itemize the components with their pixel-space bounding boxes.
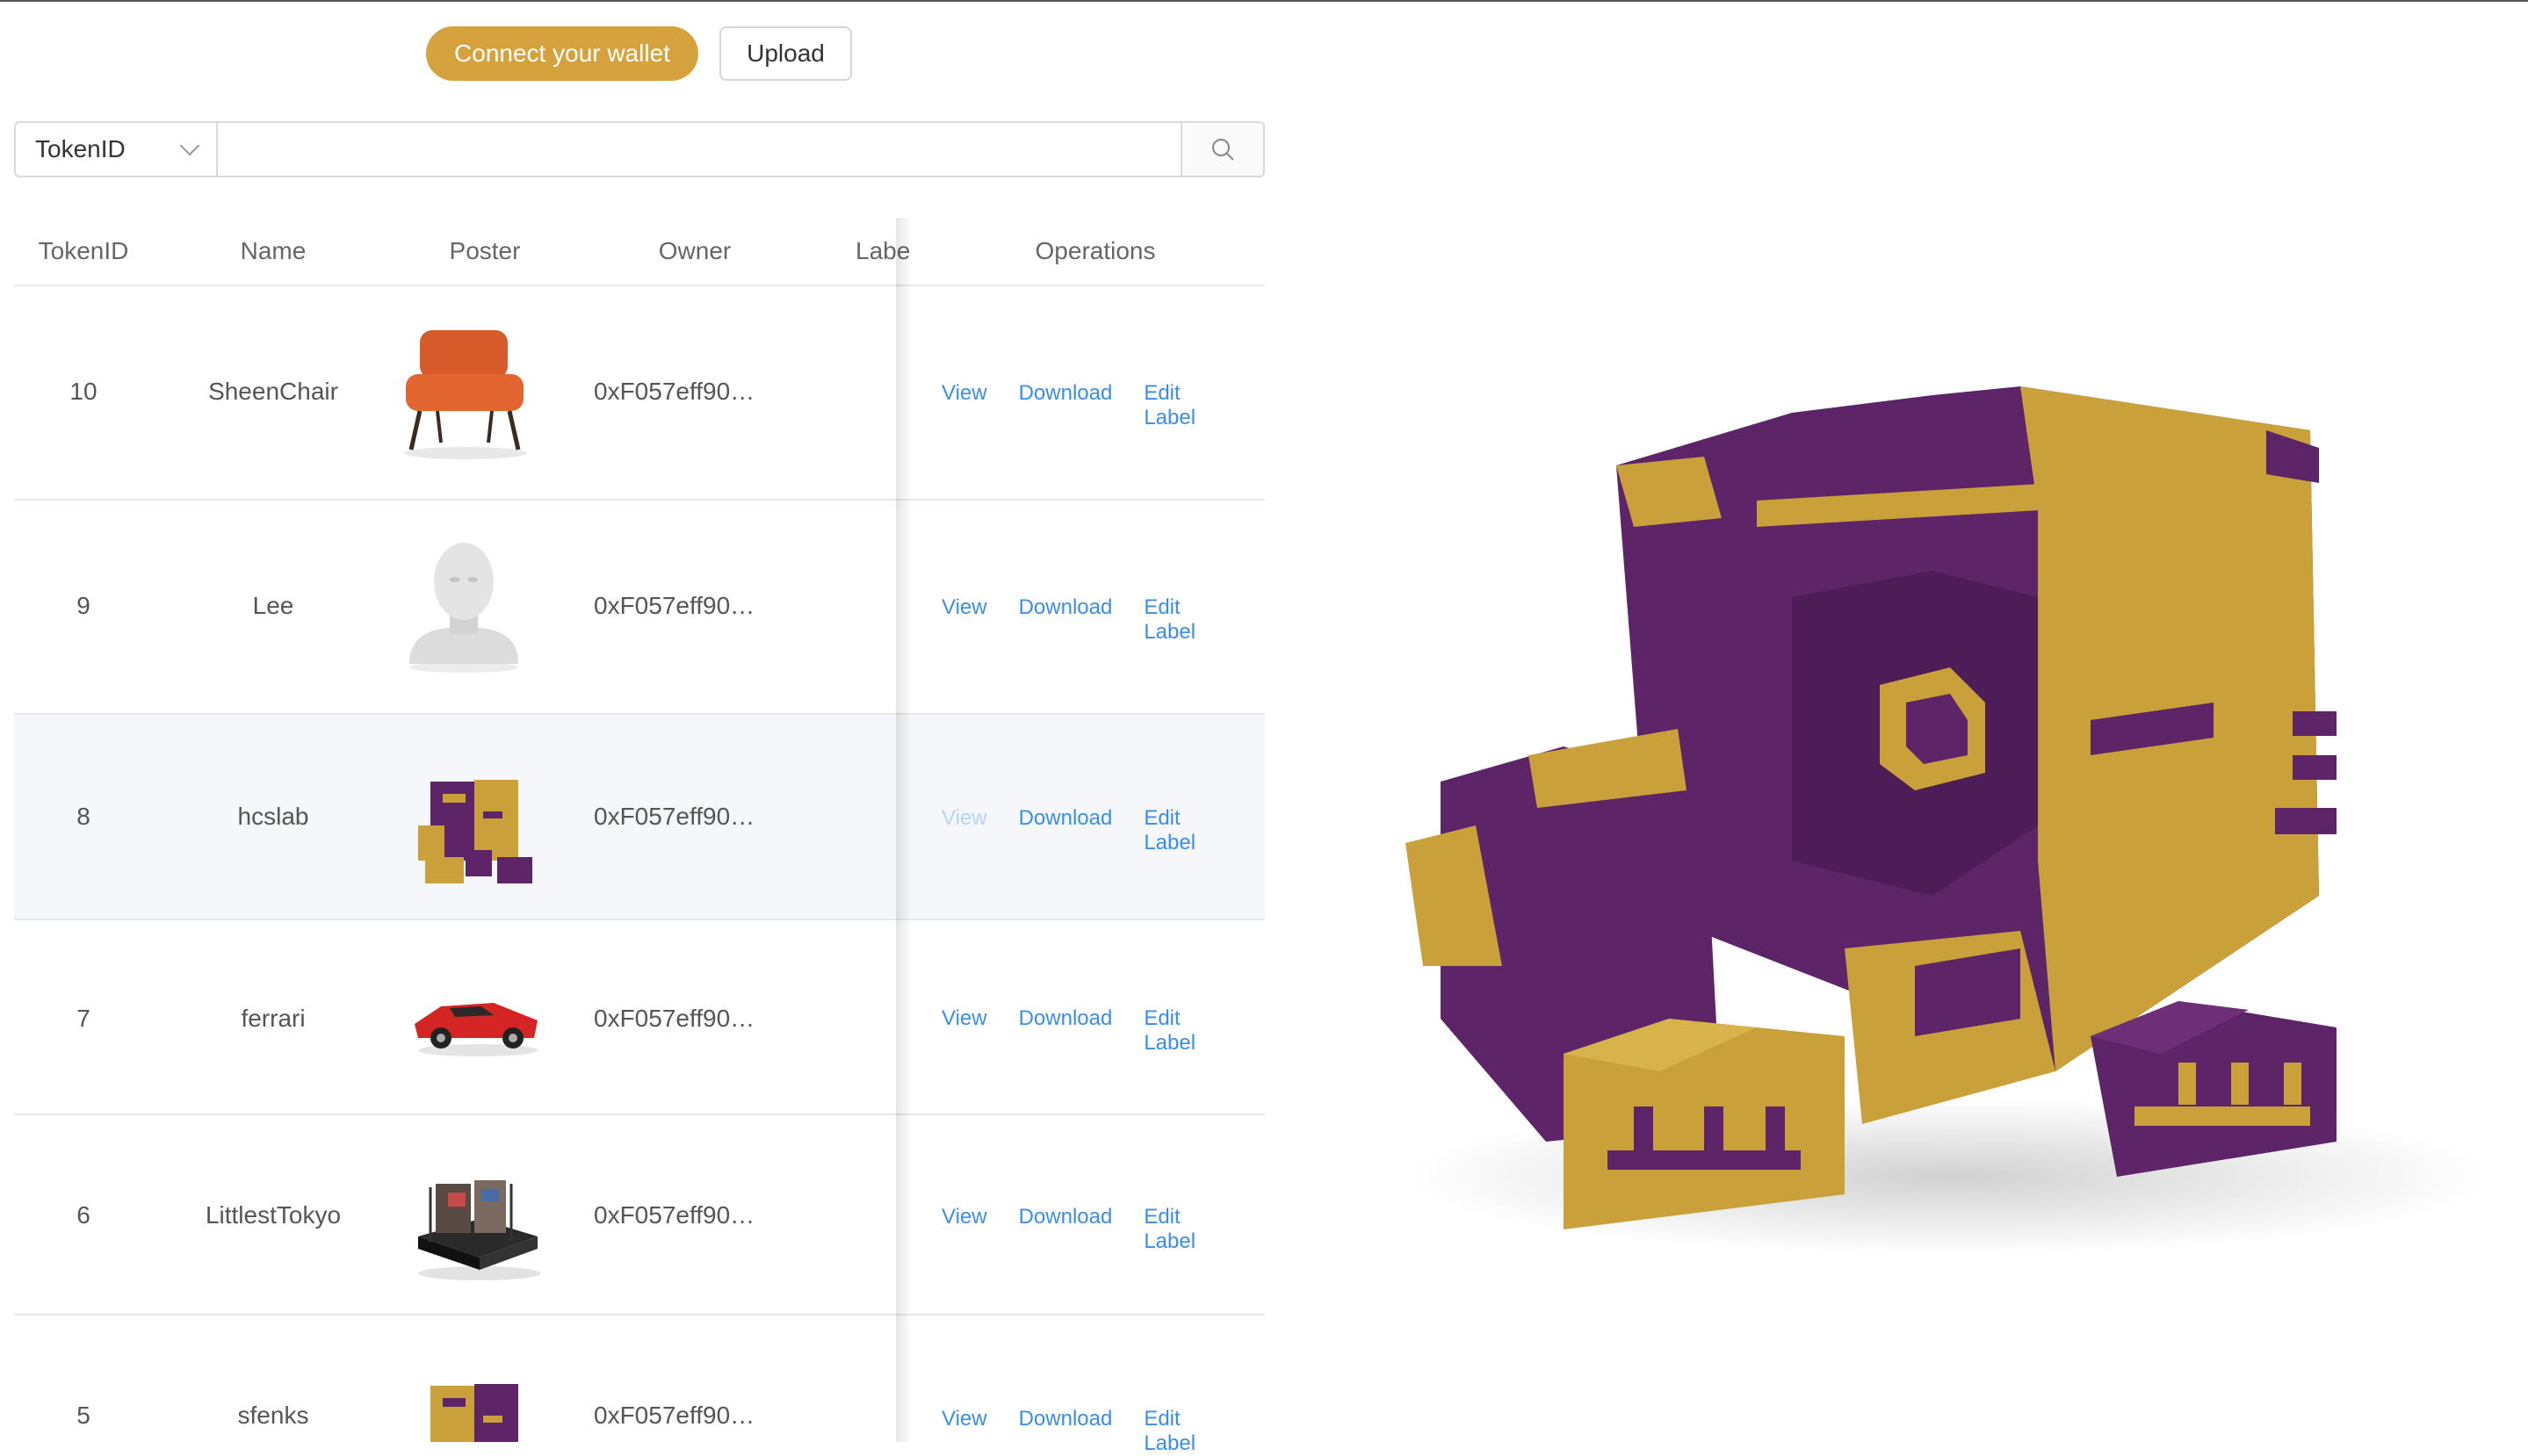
row-operations: View Download Edit Label	[942, 1205, 1265, 1254]
download-link[interactable]: Download	[1019, 1006, 1113, 1056]
view-link[interactable]: View	[942, 1205, 987, 1254]
token-id: 10	[69, 378, 98, 405]
token-name: LittlestTokyo	[205, 1201, 342, 1229]
edit-label-link[interactable]: Edit Label	[1144, 1205, 1233, 1254]
voxel-sphinx-icon[interactable]	[413, 1377, 536, 1442]
download-link[interactable]: Download	[1019, 806, 1113, 855]
view-link[interactable]: View	[942, 806, 987, 855]
upload-button[interactable]: Upload	[719, 26, 852, 81]
token-id: 5	[76, 1402, 90, 1429]
search-field-select[interactable]: TokenID	[14, 121, 218, 177]
col-tokenid: TokenID	[38, 237, 129, 264]
model-viewer-canvas[interactable]	[1388, 334, 2477, 1300]
token-owner: 0xF057eff90…	[594, 1402, 755, 1429]
token-owner: 0xF057eff90…	[594, 592, 755, 619]
token-owner: 0xF057eff90…	[594, 378, 755, 405]
download-link[interactable]: Download	[1019, 381, 1113, 430]
view-link[interactable]: View	[942, 595, 987, 645]
view-link[interactable]: View	[942, 1407, 987, 1456]
token-id: 9	[76, 592, 90, 619]
token-name: SheenChair	[208, 378, 338, 405]
edit-label-link[interactable]: Edit Label	[1144, 381, 1233, 430]
download-link[interactable]: Download	[1019, 1205, 1113, 1254]
token-id: 8	[76, 803, 90, 830]
fixed-column-shadow	[896, 218, 912, 1442]
token-name: ferrari	[241, 1005, 306, 1032]
search-icon	[1212, 139, 1234, 161]
search-input[interactable]	[218, 121, 1182, 177]
col-owner: Owner	[658, 237, 732, 264]
token-name: hcslab	[237, 803, 309, 830]
col-poster: Poster	[449, 237, 521, 264]
top-border	[0, 0, 2528, 2]
search-field-label: TokenID	[35, 135, 126, 162]
row-operations: View Download Edit Label	[942, 381, 1265, 430]
row-operations: View Download Edit Label	[942, 595, 1265, 645]
operations-column: View Download Edit Label View Download E…	[912, 218, 1265, 1455]
token-id: 6	[76, 1201, 90, 1229]
token-owner: 0xF057eff90…	[594, 1201, 755, 1229]
edit-label-link[interactable]: Edit Label	[1144, 595, 1233, 645]
voxel-sphinx-model	[1405, 386, 2477, 1256]
edit-label-link[interactable]: Edit Label	[1144, 1006, 1233, 1056]
chair-icon[interactable]	[385, 321, 543, 462]
token-owner: 0xF057eff90…	[594, 1005, 755, 1032]
row-operations: View Download Edit Label	[942, 1407, 1265, 1456]
token-name: sfenks	[237, 1402, 309, 1429]
view-link[interactable]: View	[942, 381, 987, 430]
search-bar: TokenID	[14, 121, 1265, 177]
row-operations: View Download Edit Label	[942, 1006, 1265, 1056]
tokyo-diorama-icon[interactable]	[401, 1166, 550, 1284]
row-operations: View Download Edit Label	[942, 806, 1265, 855]
token-name: Lee	[252, 592, 294, 619]
edit-label-link[interactable]: Edit Label	[1144, 1407, 1233, 1456]
token-owner: 0xF057eff90…	[594, 803, 755, 830]
col-name: Name	[240, 237, 307, 264]
head-bust-icon[interactable]	[392, 536, 532, 676]
chevron-down-icon	[179, 135, 200, 156]
search-button[interactable]	[1182, 121, 1265, 177]
view-link[interactable]: View	[942, 1006, 987, 1056]
connect-wallet-button[interactable]: Connect your wallet	[426, 26, 698, 81]
token-id: 7	[76, 1005, 90, 1032]
download-link[interactable]: Download	[1019, 595, 1113, 645]
voxel-sphinx-icon[interactable]	[413, 773, 536, 889]
red-car-icon[interactable]	[406, 980, 546, 1059]
download-link[interactable]: Download	[1019, 1407, 1113, 1456]
edit-label-link[interactable]: Edit Label	[1144, 806, 1233, 855]
